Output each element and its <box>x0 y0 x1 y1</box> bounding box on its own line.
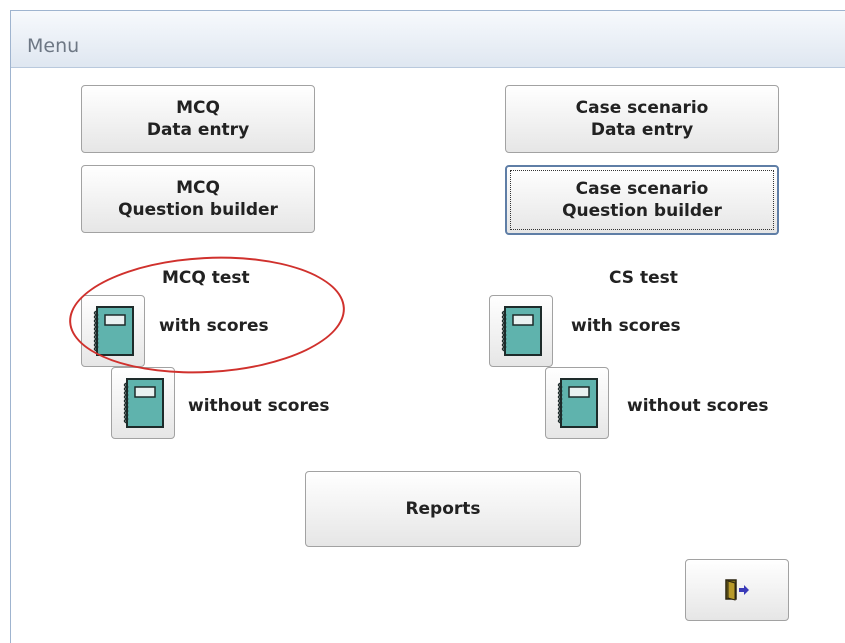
cs-without-scores-label: without scores <box>627 396 769 416</box>
title-bar: Menu <box>11 11 845 68</box>
window-title: Menu <box>27 35 80 57</box>
mcq-test-heading: MCQ test <box>162 268 250 288</box>
cs-test-without-scores-button[interactable] <box>545 367 609 439</box>
button-line-2: Question builder <box>118 200 278 220</box>
button-line-1: MCQ <box>176 98 220 118</box>
mcq-data-entry-button[interactable]: MCQ Data entry <box>81 85 315 153</box>
mcq-without-scores-label: without scores <box>188 396 330 416</box>
button-line-2: Question builder <box>562 201 722 221</box>
mcq-test-without-scores-button[interactable] <box>111 367 175 439</box>
button-line-1: MCQ <box>176 178 220 198</box>
reports-label: Reports <box>405 499 481 519</box>
button-line-2: Data entry <box>146 120 250 140</box>
exit-button[interactable] <box>685 559 789 621</box>
reports-button[interactable]: Reports <box>305 471 581 547</box>
mcq-question-builder-button[interactable]: MCQ Question builder <box>81 165 315 233</box>
cs-data-entry-button[interactable]: Case scenario Data entry <box>505 85 779 153</box>
cs-with-scores-label: with scores <box>571 316 681 336</box>
notebook-icon <box>557 378 598 428</box>
notebook-icon <box>93 306 134 356</box>
exit-door-icon <box>725 579 749 601</box>
button-line-2: Data entry <box>590 120 694 140</box>
notebook-icon <box>123 378 164 428</box>
cs-test-with-scores-button[interactable] <box>489 295 553 367</box>
cs-question-builder-button[interactable]: Case scenario Question builder <box>505 165 779 235</box>
button-line-1: Case scenario <box>575 179 709 199</box>
cs-test-heading: CS test <box>609 268 678 288</box>
mcq-test-with-scores-button[interactable] <box>81 295 145 367</box>
menu-window: Menu MCQ Data entry MCQ Question builder… <box>10 10 845 643</box>
notebook-icon <box>501 306 542 356</box>
button-line-1: Case scenario <box>575 98 709 118</box>
mcq-with-scores-label: with scores <box>159 316 269 336</box>
